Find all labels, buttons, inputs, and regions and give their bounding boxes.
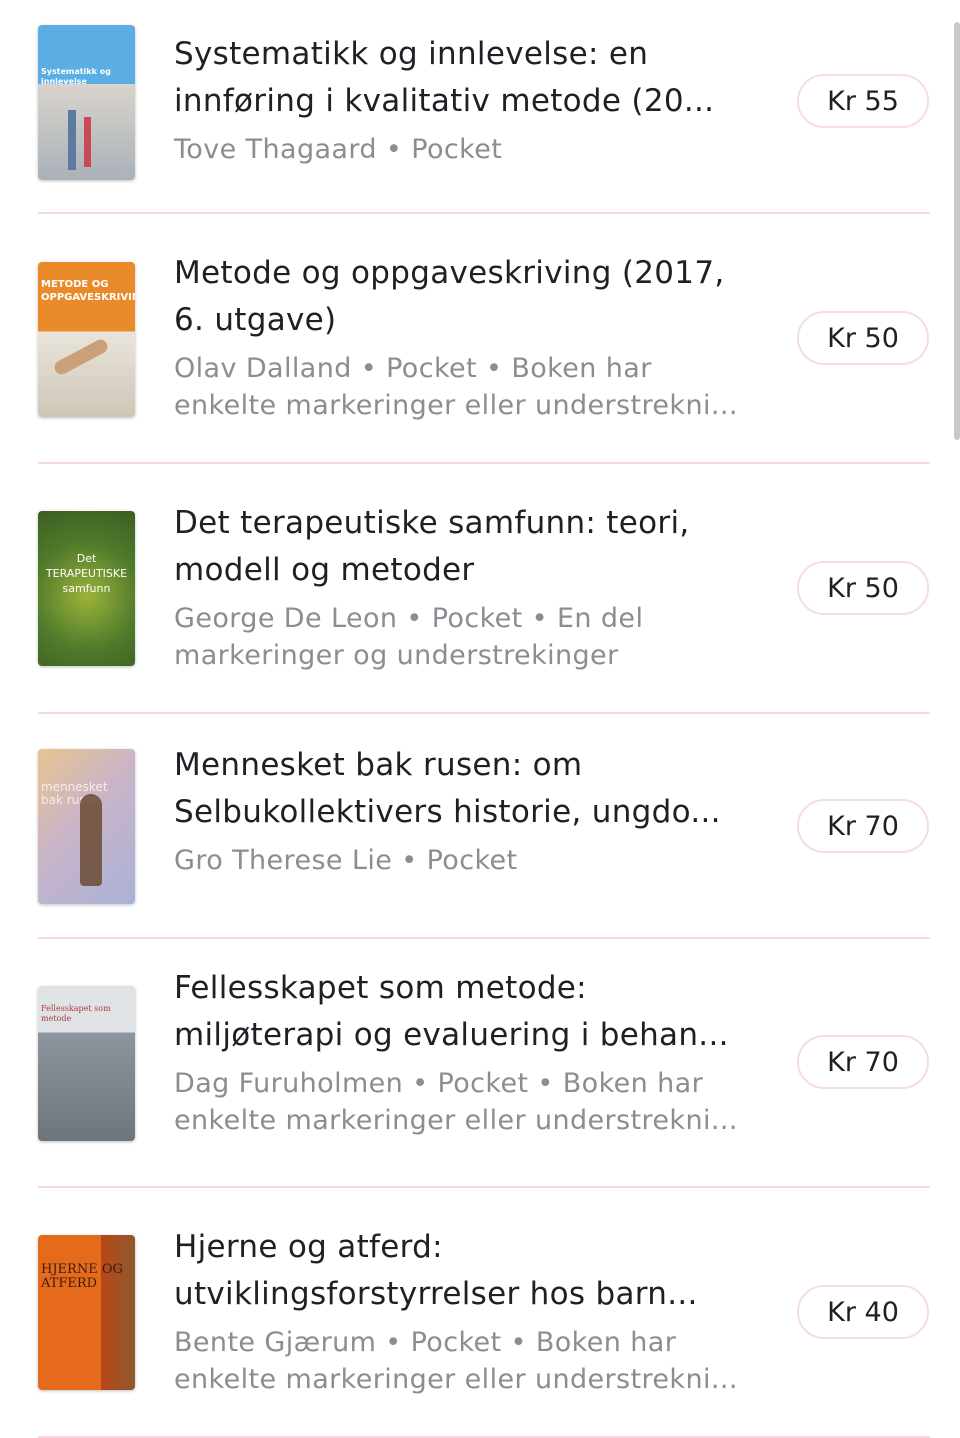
book-cover[interactable]: mennesket bak rusen: [38, 749, 135, 904]
book-title-line: utviklingsforstyrrelser hos barn...: [174, 1276, 698, 1312]
book-meta-line: Bente Gjærum • Pocket • Boken har: [174, 1327, 677, 1358]
list-item[interactable]: Det TERAPEUTISKE samfunn Det terapeutisk…: [0, 464, 960, 714]
book-title-line: Selbukollektivers historie, ungdo...: [174, 794, 721, 830]
cover-logo-text: METODE OG OPPGAVESKRIVING: [41, 279, 135, 303]
book-title-line: Hjerne og atferd:: [174, 1229, 443, 1265]
book-meta-line: markeringer og understrekinger: [174, 640, 619, 671]
cover-figure: [52, 337, 110, 377]
list-item[interactable]: Systematikk og innlevelse Systematikk og…: [0, 0, 960, 214]
item-text: Mennesket bak rusen: om Selbukollektiver…: [174, 742, 754, 879]
book-meta: Dag Furuholmen • Pocket • Boken har enke…: [174, 1065, 754, 1139]
book-meta: Bente Gjærum • Pocket • Boken har enkelt…: [174, 1324, 754, 1398]
book-title-line: Det terapeutiske samfunn: teori,: [174, 505, 690, 541]
cover-logo-text: Fellesskapet som metode: [41, 1004, 111, 1023]
book-cover[interactable]: METODE OG OPPGAVESKRIVING: [38, 262, 135, 417]
book-title[interactable]: Metode og oppgaveskriving (2017, 6. utga…: [174, 250, 754, 344]
list-item[interactable]: HJERNE OG ATFERD Hjerne og atferd: utvik…: [0, 1188, 960, 1438]
book-meta: Olav Dalland • Pocket • Boken har enkelt…: [174, 350, 754, 424]
book-title[interactable]: Fellesskapet som metode: miljøterapi og …: [174, 965, 754, 1059]
book-meta-line: Dag Furuholmen • Pocket • Boken har: [174, 1068, 704, 1099]
cover-logo-text: HJERNE OG ATFERD: [41, 1262, 123, 1291]
book-meta-line: George De Leon • Pocket • En del: [174, 603, 644, 634]
cover-figure: [68, 110, 76, 170]
book-cover[interactable]: HJERNE OG ATFERD: [38, 1235, 135, 1390]
item-text: Systematikk og innlevelse: en innføring …: [174, 31, 754, 168]
book-cover[interactable]: Det TERAPEUTISKE samfunn: [38, 511, 135, 666]
book-title-line: modell og metoder: [174, 552, 475, 588]
book-meta: George De Leon • Pocket • En del markeri…: [174, 600, 754, 674]
book-title-line: Fellesskapet som metode:: [174, 970, 587, 1006]
book-meta-line: Gro Therese Lie • Pocket: [174, 845, 518, 876]
book-title-line: innføring i kvalitativ metode (20...: [174, 83, 715, 119]
book-title-line: Metode og oppgaveskriving (2017,: [174, 255, 725, 291]
price-button[interactable]: Kr 50: [797, 311, 929, 365]
book-cover[interactable]: Fellesskapet som metode: [38, 986, 135, 1141]
book-title-line: miljøterapi og evaluering i behan...: [174, 1017, 729, 1053]
book-title[interactable]: Hjerne og atferd: utviklingsforstyrrelse…: [174, 1224, 754, 1318]
price-button[interactable]: Kr 40: [797, 1285, 929, 1339]
book-title[interactable]: Mennesket bak rusen: om Selbukollektiver…: [174, 742, 754, 836]
cover-figure: [80, 794, 102, 886]
item-text: Fellesskapet som metode: miljøterapi og …: [174, 965, 754, 1139]
price-button[interactable]: Kr 50: [797, 561, 929, 615]
cover-logo-text: Systematikk og innlevelse: [41, 67, 111, 86]
price-button[interactable]: Kr 55: [797, 74, 929, 128]
book-meta-line: enkelte markeringer eller understrekni..…: [174, 1364, 738, 1395]
cover-figure: [84, 117, 91, 167]
book-meta-line: Tove Thagaard • Pocket: [174, 134, 503, 165]
book-title-line: Systematikk og innlevelse: en: [174, 36, 649, 72]
scrollbar[interactable]: [954, 22, 960, 440]
book-title[interactable]: Det terapeutiske samfunn: teori, modell …: [174, 500, 754, 594]
book-meta-line: enkelte markeringer eller understrekni..…: [174, 390, 738, 421]
book-meta-line: Olav Dalland • Pocket • Boken har: [174, 353, 652, 384]
book-title[interactable]: Systematikk og innlevelse: en innføring …: [174, 31, 754, 125]
book-meta: Gro Therese Lie • Pocket: [174, 842, 754, 879]
list-item[interactable]: Fellesskapet som metode Fellesskapet som…: [0, 939, 960, 1188]
book-list: Systematikk og innlevelse Systematikk og…: [0, 0, 960, 1438]
cover-logo-text: Det TERAPEUTISKE samfunn: [45, 552, 128, 595]
list-item[interactable]: METODE OG OPPGAVESKRIVING Metode og oppg…: [0, 214, 960, 464]
book-meta-line: enkelte markeringer eller understrekni..…: [174, 1105, 738, 1136]
price-button[interactable]: Kr 70: [797, 799, 929, 853]
book-title-line: Mennesket bak rusen: om: [174, 747, 583, 783]
item-text: Det terapeutiske samfunn: teori, modell …: [174, 500, 754, 674]
book-title-line: 6. utgave): [174, 302, 337, 338]
price-button[interactable]: Kr 70: [797, 1035, 929, 1089]
book-meta: Tove Thagaard • Pocket: [174, 131, 754, 168]
item-text: Metode og oppgaveskriving (2017, 6. utga…: [174, 250, 754, 424]
book-cover[interactable]: Systematikk og innlevelse: [38, 25, 135, 180]
item-text: Hjerne og atferd: utviklingsforstyrrelse…: [174, 1224, 754, 1398]
list-item[interactable]: mennesket bak rusen Mennesket bak rusen:…: [0, 714, 960, 939]
